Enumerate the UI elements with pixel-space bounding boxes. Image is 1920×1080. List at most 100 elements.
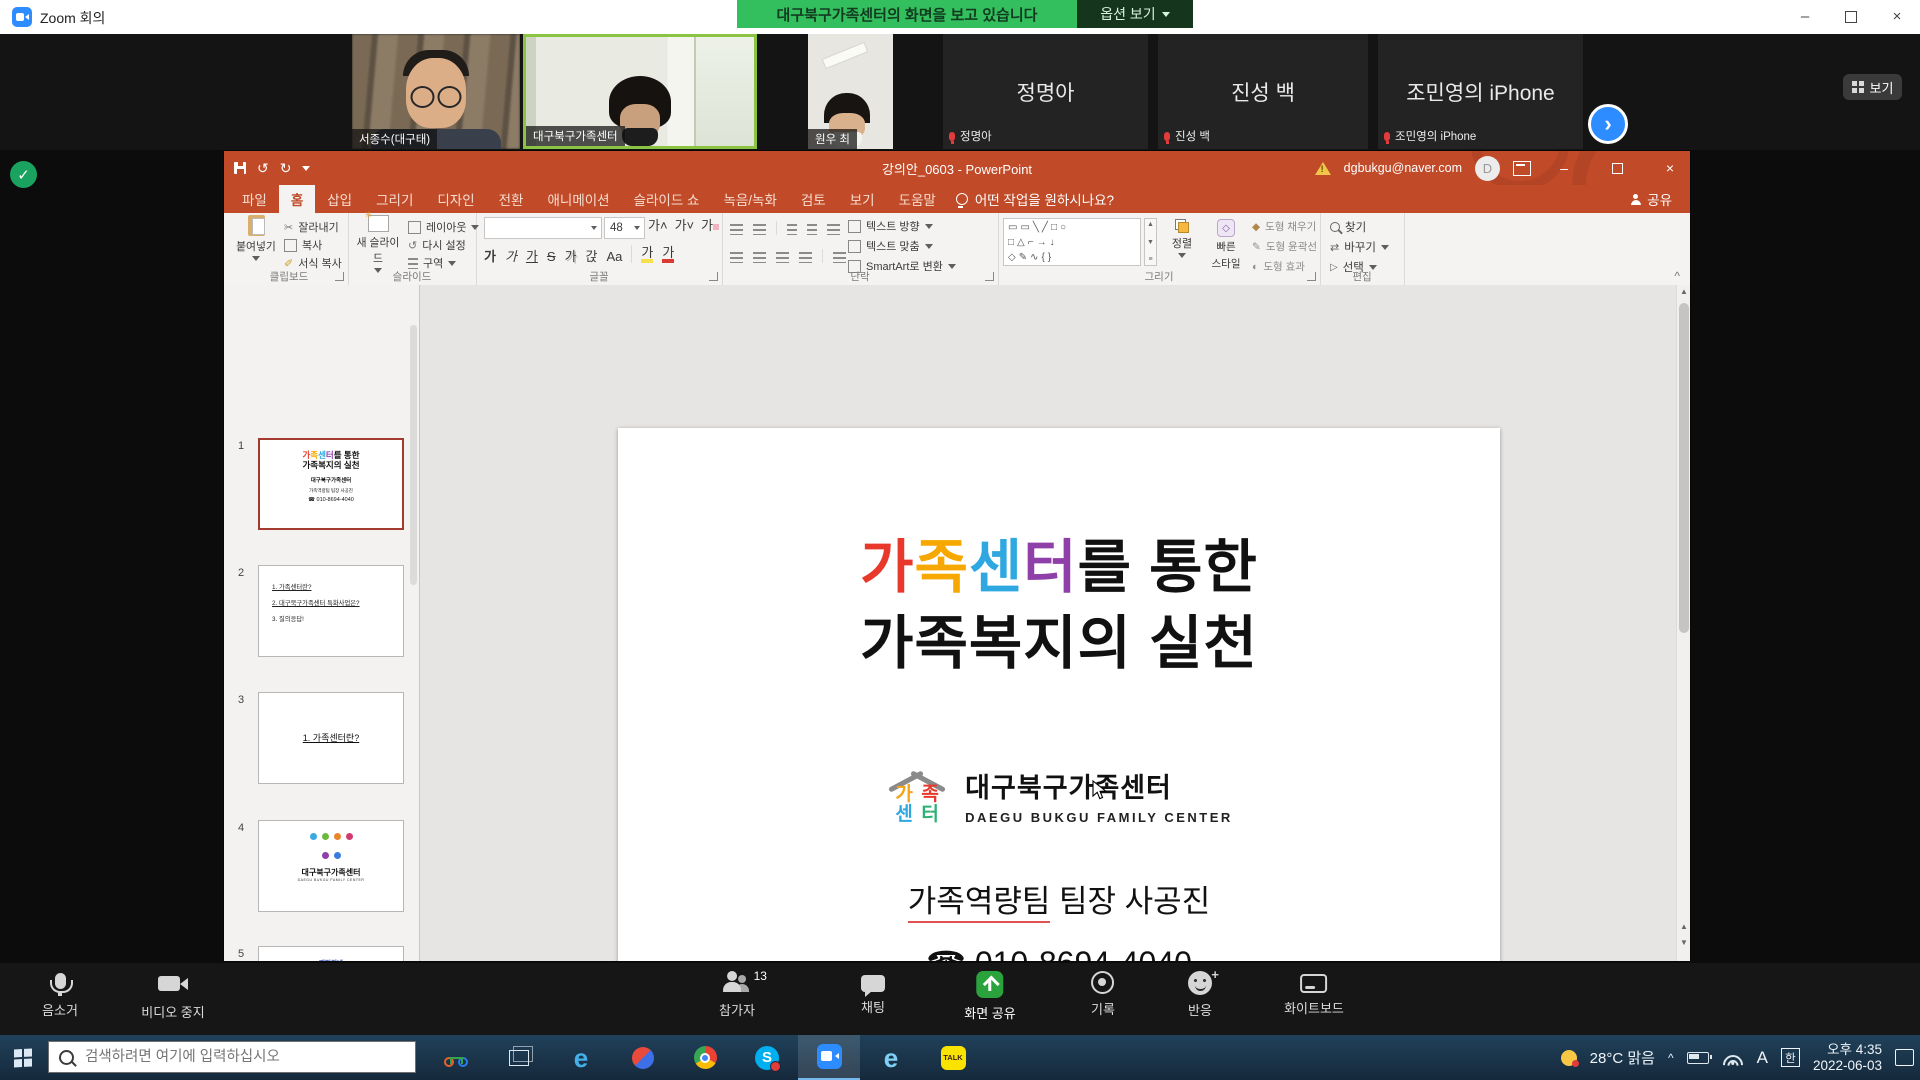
whiteboard-button[interactable]: 화이트보드: [1284, 971, 1344, 1017]
taskbar-app-kakaotalk[interactable]: TALK: [922, 1035, 984, 1080]
warning-icon[interactable]: [1315, 162, 1331, 175]
slide-thumbnail-3[interactable]: 1. 가족센터란?: [258, 692, 404, 784]
account-avatar[interactable]: D: [1475, 156, 1500, 181]
share-screen-button[interactable]: 화면 공유: [964, 971, 1015, 1022]
align-center-icon[interactable]: [753, 252, 766, 263]
language-a-indicator[interactable]: A: [1757, 1048, 1768, 1068]
previous-slide-icon[interactable]: ▲: [1677, 922, 1690, 931]
tab-help[interactable]: 도움말: [887, 185, 948, 213]
scroll-up-icon[interactable]: ▲: [1677, 287, 1690, 296]
find-button[interactable]: 찾기: [1330, 219, 1366, 235]
ppt-minimize-button[interactable]: –: [1544, 151, 1584, 185]
new-slide-button[interactable]: 새 슬라이드: [352, 215, 404, 273]
tab-transitions[interactable]: 전환: [487, 185, 536, 213]
dialog-launcher-icon[interactable]: [709, 272, 718, 281]
slide-thumbnail-1[interactable]: 가족센터를 통한 가족복지의 실천 대구북구가족센터 가족역량팀 팀장 사공진 …: [258, 438, 404, 530]
slide-thumbnail-4[interactable]: 대구북구가족센터 DAEGU BUKGU FAMILY CENTER: [258, 820, 404, 912]
tab-review[interactable]: 검토: [789, 185, 838, 213]
view-options-button[interactable]: 옵션 보기: [1077, 0, 1193, 28]
align-right-icon[interactable]: [776, 252, 789, 263]
reset-button[interactable]: ↺다시 설정: [408, 237, 466, 253]
justify-icon[interactable]: [799, 252, 812, 263]
line-spacing-icon[interactable]: [827, 224, 840, 235]
font-color-icon[interactable]: 가: [662, 246, 674, 263]
layout-button[interactable]: 레이아웃: [408, 219, 479, 235]
cut-button[interactable]: ✂잘라내기: [284, 219, 339, 235]
minimize-button[interactable]: –: [1782, 0, 1828, 33]
participants-button[interactable]: 13 참가자: [719, 971, 755, 1019]
strikethrough-icon[interactable]: S: [547, 250, 556, 263]
tab-design[interactable]: 디자인: [425, 185, 486, 213]
tab-home[interactable]: 홈: [279, 185, 315, 213]
security-check-icon[interactable]: ✓: [10, 161, 37, 188]
tab-draw[interactable]: 그리기: [364, 185, 425, 213]
ppt-restore-button[interactable]: [1597, 151, 1637, 185]
mute-button[interactable]: 음소거: [20, 971, 100, 1019]
record-button[interactable]: 기록: [1091, 971, 1115, 1018]
text-shadow-icon[interactable]: 가: [565, 250, 577, 263]
arrange-button[interactable]: 정렬: [1162, 219, 1202, 258]
underline-icon[interactable]: 가: [526, 250, 538, 263]
dialog-launcher-icon[interactable]: [1307, 272, 1316, 281]
slide-canvas[interactable]: 가족센터를 통한 가족복지의 실천 가 족 센 터 대구북구가족센터: [618, 428, 1500, 961]
replace-button[interactable]: ⇄바꾸기: [1330, 239, 1389, 255]
save-icon[interactable]: [234, 162, 246, 174]
numbering-icon[interactable]: [753, 224, 766, 235]
italic-icon[interactable]: 가: [505, 250, 517, 263]
taskbar-app-skype[interactable]: S: [736, 1035, 798, 1080]
view-layout-button[interactable]: 보기: [1843, 74, 1902, 100]
taskbar-search[interactable]: [48, 1041, 416, 1073]
korean-ime-indicator[interactable]: 한: [1781, 1048, 1800, 1067]
tab-slideshow[interactable]: 슬라이드 쇼: [622, 185, 712, 213]
font-size-select[interactable]: 48: [604, 217, 645, 239]
taskbar-app-browser[interactable]: [612, 1035, 674, 1080]
taskbar-app-task-view[interactable]: [488, 1035, 550, 1080]
participant-tile-muted[interactable]: 조민영의 iPhone 조민영의 iPhone: [1378, 34, 1583, 149]
quick-styles-button[interactable]: ◇ 빠른 스타일: [1204, 219, 1248, 271]
shapes-gallery-scroll[interactable]: ▲▼≡: [1144, 218, 1157, 266]
collapse-ribbon-icon[interactable]: ^: [1674, 269, 1680, 283]
shape-outline-button[interactable]: ✎도형 윤곽선: [1252, 239, 1317, 254]
participant-tile-active-speaker[interactable]: 대구북구가족센터: [523, 34, 757, 149]
copy-button[interactable]: 복사: [284, 237, 322, 253]
columns-icon[interactable]: [833, 252, 846, 263]
slide-scrollbar[interactable]: ▲ ▲ ▼: [1676, 285, 1690, 961]
customize-qat-icon[interactable]: [302, 166, 310, 171]
weather-text[interactable]: 28°C 맑음: [1590, 1047, 1655, 1068]
increase-font-icon[interactable]: 가˄: [648, 219, 668, 232]
search-input[interactable]: [83, 1048, 387, 1066]
taskbar-app-bing-daily[interactable]: [426, 1035, 488, 1080]
bold-icon[interactable]: 가: [484, 250, 496, 263]
paste-button[interactable]: 붙여넣기: [232, 215, 280, 261]
battery-icon[interactable]: [1687, 1052, 1709, 1064]
ribbon-display-options-icon[interactable]: [1513, 161, 1531, 176]
reactions-button[interactable]: + 반응: [1188, 971, 1212, 1019]
bullets-icon[interactable]: [730, 224, 743, 235]
change-case-icon[interactable]: Aa: [607, 250, 623, 263]
dialog-launcher-icon[interactable]: [985, 272, 994, 281]
ppt-close-button[interactable]: ×: [1650, 151, 1690, 185]
chat-button[interactable]: 채팅: [861, 971, 885, 1016]
tab-animations[interactable]: 애니메이션: [535, 185, 621, 213]
tray-expand-icon[interactable]: ^: [1668, 1051, 1674, 1065]
highlight-color-icon[interactable]: 가: [641, 246, 653, 263]
text-direction-button[interactable]: 텍스트 방향: [848, 218, 933, 234]
maximize-button[interactable]: [1828, 0, 1874, 33]
decrease-indent-icon[interactable]: [787, 224, 797, 235]
panel-scrollbar[interactable]: [410, 325, 417, 585]
slide-thumbnail-5[interactable]: 패밀리넷 (familynet.or.kr) 다문화 가족지원 포털 다누리 (…: [258, 946, 404, 961]
action-center-icon[interactable]: [1895, 1049, 1914, 1066]
decrease-font-icon[interactable]: 가˅: [675, 219, 695, 232]
clear-formatting-icon[interactable]: 가: [701, 219, 719, 232]
taskbar-app-chrome[interactable]: [674, 1035, 736, 1080]
taskbar-app-edge-2[interactable]: e: [860, 1035, 922, 1080]
align-left-icon[interactable]: [730, 252, 743, 263]
dialog-launcher-icon[interactable]: [335, 272, 344, 281]
taskbar-app-zoom-active[interactable]: [798, 1035, 860, 1080]
tab-file[interactable]: 파일: [230, 185, 279, 213]
align-text-button[interactable]: 텍스트 맞춤: [848, 238, 933, 254]
redo-icon[interactable]: ↻: [280, 161, 292, 175]
taskbar-clock[interactable]: 오후 4:35 2022-06-03: [1813, 1042, 1882, 1074]
tab-insert[interactable]: 삽입: [315, 185, 364, 213]
next-slide-icon[interactable]: ▼: [1677, 938, 1690, 947]
